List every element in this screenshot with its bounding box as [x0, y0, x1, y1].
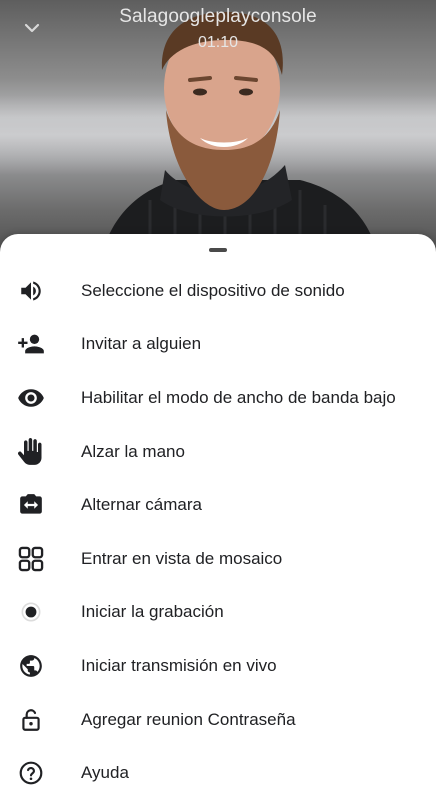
- options-bottom-sheet: Seleccione el dispositivo de sonido Invi…: [0, 234, 436, 800]
- menu-item-start-recording[interactable]: Iniciar la grabación: [0, 586, 436, 640]
- menu-item-raise-hand[interactable]: Alzar la mano: [0, 425, 436, 479]
- menu-item-live-stream[interactable]: Iniciar transmisión en vivo: [0, 639, 436, 693]
- call-timer: 01:10: [197, 34, 239, 51]
- menu-item-switch-camera[interactable]: Alternar cámara: [0, 478, 436, 532]
- menu-item-label: Entrar en vista de mosaico: [81, 548, 283, 568]
- menu-item-invite[interactable]: Invitar a alguien: [0, 318, 436, 372]
- menu-item-label: Ayuda: [81, 763, 129, 783]
- speaker-icon: [17, 277, 45, 305]
- record-icon: [17, 598, 45, 626]
- options-menu: Seleccione el dispositivo de sonido Invi…: [0, 264, 436, 800]
- menu-item-tile-view[interactable]: Entrar en vista de mosaico: [0, 532, 436, 586]
- menu-item-audio-device[interactable]: Seleccione el dispositivo de sonido: [0, 264, 436, 318]
- meeting-title: Salagoogleplayconsole: [119, 6, 317, 27]
- menu-item-help[interactable]: Ayuda: [0, 746, 436, 800]
- menu-item-low-bandwidth[interactable]: Habilitar el modo de ancho de banda bajo: [0, 371, 436, 425]
- add-person-icon: [17, 330, 45, 358]
- call-header: Salagoogleplayconsole 01:10: [0, 0, 436, 60]
- switch-camera-icon: [17, 491, 45, 519]
- menu-item-label: Habilitar el modo de ancho de banda bajo: [81, 387, 396, 407]
- menu-item-label: Iniciar transmisión en vivo: [81, 655, 277, 675]
- globe-icon: [17, 652, 45, 680]
- menu-item-label: Agregar reunion Contraseña: [81, 709, 296, 729]
- menu-item-add-password[interactable]: Agregar reunion Contraseña: [0, 693, 436, 747]
- drag-handle[interactable]: [209, 248, 227, 252]
- eye-icon: [17, 384, 45, 412]
- hand-icon: [17, 437, 45, 466]
- tile-view-icon: [17, 545, 45, 573]
- menu-item-label: Seleccione el dispositivo de sonido: [81, 280, 345, 300]
- menu-item-label: Invitar a alguien: [81, 334, 202, 354]
- menu-item-label: Alternar cámara: [81, 495, 202, 515]
- menu-item-label: Alzar la mano: [81, 441, 185, 461]
- menu-item-label: Iniciar la grabación: [81, 602, 224, 622]
- help-icon: [17, 759, 45, 787]
- lock-icon: [17, 706, 45, 734]
